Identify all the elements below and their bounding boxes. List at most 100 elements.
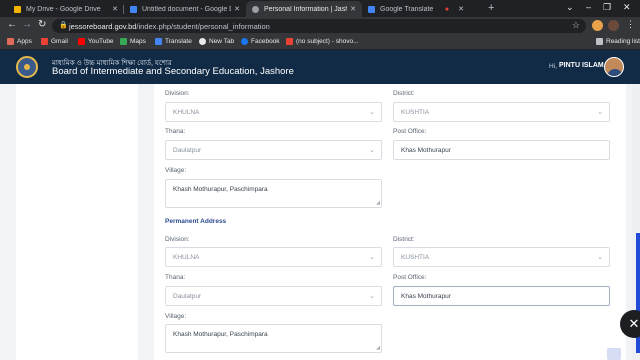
header-title: Board of Intermediate and Secondary Educ… <box>52 66 294 77</box>
tab-personal-information[interactable]: Personal Information | Jashore Board ✕ <box>246 1 362 17</box>
post-office-input[interactable]: Khas Mothurapur <box>393 140 610 160</box>
village-value: Khash Mothurapur, Paschimpara <box>173 186 268 193</box>
menu-icon[interactable]: ⋮ <box>626 19 635 30</box>
permanent-post-office-label: Post Office: <box>393 274 427 281</box>
greeting: Hi, <box>549 63 557 70</box>
browser-toolbar: ← → ↻ 🔒 jessoreboard.gov.bd/index.php/st… <box>0 17 640 35</box>
close-icon[interactable]: ✕ <box>350 5 356 13</box>
reading-list[interactable]: Reading list <box>596 38 640 45</box>
bookmark-apps[interactable]: Apps <box>7 38 32 45</box>
new-tab-icon[interactable]: + <box>488 2 494 14</box>
bookmark-gmail-message[interactable]: (no subject) - shovo... <box>286 38 359 45</box>
permanent-address-heading: Permanent Address <box>165 218 227 225</box>
avatar[interactable] <box>604 57 624 77</box>
username[interactable]: PINTU ISLAM <box>559 62 604 69</box>
resize-handle-icon[interactable]: ◢ <box>376 200 380 206</box>
bookmark-new-tab[interactable]: New Tab <box>199 38 234 45</box>
permanent-post-office-input[interactable]: Khas Mothurapur <box>393 286 610 306</box>
tab-search-icon[interactable]: ⌄ <box>566 2 574 13</box>
chevron-down-icon: ⌄ <box>597 109 603 116</box>
bookmark-label: Facebook <box>251 38 280 45</box>
permanent-village-textarea[interactable]: Khash Mothurapur, Paschimpara ◢ <box>165 324 382 353</box>
site-header: মাধ্যমিক ও উচ্চ মাধ্যমিক শিক্ষা বোর্ড, য… <box>0 50 640 84</box>
close-overlay-button[interactable]: ✕ <box>620 310 640 338</box>
google-docs-icon <box>130 5 137 13</box>
back-icon[interactable]: ← <box>7 19 17 30</box>
extension-icon[interactable] <box>592 20 603 31</box>
bookmark-gmail[interactable]: Gmail <box>41 38 68 45</box>
bookmark-label: Translate <box>165 38 192 45</box>
close-icon[interactable]: ✕ <box>234 5 240 13</box>
bookmark-translate[interactable]: Translate <box>155 38 192 45</box>
url-text: jessoreboard.gov.bd/index.php/student/pe… <box>69 22 270 31</box>
district-value: KUSHTIA <box>401 109 430 116</box>
profile-icon[interactable] <box>608 20 619 31</box>
google-translate-icon <box>368 5 375 13</box>
reload-icon[interactable]: ↻ <box>38 19 46 30</box>
permanent-thana-label: Thana: <box>165 274 186 281</box>
permanent-division-value: KHULNA <box>173 254 200 261</box>
thana-label: Thana: <box>165 128 186 135</box>
permanent-district-label: District: <box>393 236 415 243</box>
bookmark-label: (no subject) - shovo... <box>296 38 359 45</box>
post-office-label: Post Office: <box>393 128 427 135</box>
tab-label: Untitled document - Google Docs <box>142 5 231 13</box>
bookmark-facebook[interactable]: Facebook <box>241 38 280 45</box>
chevron-down-icon: ⌄ <box>369 147 375 154</box>
globe-icon <box>199 38 206 45</box>
post-office-value: Khas Mothurapur <box>401 147 451 154</box>
permanent-thana-select[interactable]: Daulatpur ⌄ <box>165 286 382 306</box>
permanent-thana-value: Daulatpur <box>173 293 202 300</box>
permanent-division-select[interactable]: KHULNA ⌄ <box>165 247 382 267</box>
window-close-icon[interactable]: ✕ <box>623 2 631 13</box>
youtube-icon <box>78 38 85 45</box>
tab-google-drive[interactable]: My Drive - Google Drive ✕ <box>8 1 124 17</box>
district-label: District: <box>393 90 415 97</box>
lock-icon: 🔒 <box>59 22 68 29</box>
resize-handle-icon[interactable]: ◢ <box>376 345 380 351</box>
chevron-down-icon: ⌄ <box>369 254 375 261</box>
page-loading-icon <box>252 5 259 13</box>
bookmark-label: Gmail <box>51 38 68 45</box>
bookmark-youtube[interactable]: YouTube <box>78 38 114 45</box>
reading-list-icon <box>596 38 603 45</box>
village-textarea[interactable]: Khash Mothurapur, Paschimpara ◢ <box>165 179 382 208</box>
minimize-icon[interactable]: – <box>586 2 591 12</box>
browser-tab-strip: My Drive - Google Drive ✕ Untitled docum… <box>0 0 640 17</box>
board-logo[interactable] <box>16 56 38 78</box>
bookmark-label: Maps <box>130 38 146 45</box>
facebook-icon <box>241 38 248 45</box>
district-select[interactable]: KUSHTIA ⌄ <box>393 102 610 122</box>
bookmark-star-icon[interactable]: ☆ <box>572 20 580 31</box>
bookmark-maps[interactable]: Maps <box>120 38 146 45</box>
thana-value: Daulatpur <box>173 147 202 154</box>
village-label: Village: <box>165 167 187 174</box>
bookmark-label: YouTube <box>88 38 114 45</box>
thana-select[interactable]: Daulatpur ⌄ <box>165 140 382 160</box>
permanent-district-select[interactable]: KUSHTIA ⌄ <box>393 247 610 267</box>
tab-label: Personal Information | Jashore Board <box>264 5 347 13</box>
bookmarks-bar: Apps Gmail YouTube Maps Translate New Ta… <box>0 35 640 50</box>
close-icon[interactable]: ✕ <box>458 5 464 13</box>
division-select[interactable]: KHULNA ⌄ <box>165 102 382 122</box>
scroll-to-top-button[interactable] <box>607 348 621 360</box>
division-value: KHULNA <box>173 109 200 116</box>
chevron-down-icon: ⌄ <box>369 109 375 116</box>
forward-icon[interactable]: → <box>22 19 32 30</box>
translate-icon <box>155 38 162 45</box>
gmail-icon <box>286 38 293 45</box>
maximize-icon[interactable]: ❐ <box>603 2 611 13</box>
tab-google-translate[interactable]: Google Translate ● ✕ <box>362 1 470 17</box>
close-icon[interactable]: ✕ <box>112 5 118 13</box>
tab-label: My Drive - Google Drive <box>26 5 101 13</box>
division-label: Division: <box>165 90 190 97</box>
url-path: /index.php/student/personal_information <box>136 22 270 31</box>
permanent-village-label: Village: <box>165 313 187 320</box>
apps-icon <box>7 38 14 45</box>
gmail-icon <box>41 38 48 45</box>
recording-icon: ● <box>444 5 450 13</box>
sidebar <box>16 84 138 360</box>
close-icon: ✕ <box>628 316 640 331</box>
address-bar[interactable]: 🔒 jessoreboard.gov.bd/index.php/student/… <box>52 19 586 33</box>
tab-google-docs[interactable]: Untitled document - Google Docs ✕ <box>124 1 246 17</box>
